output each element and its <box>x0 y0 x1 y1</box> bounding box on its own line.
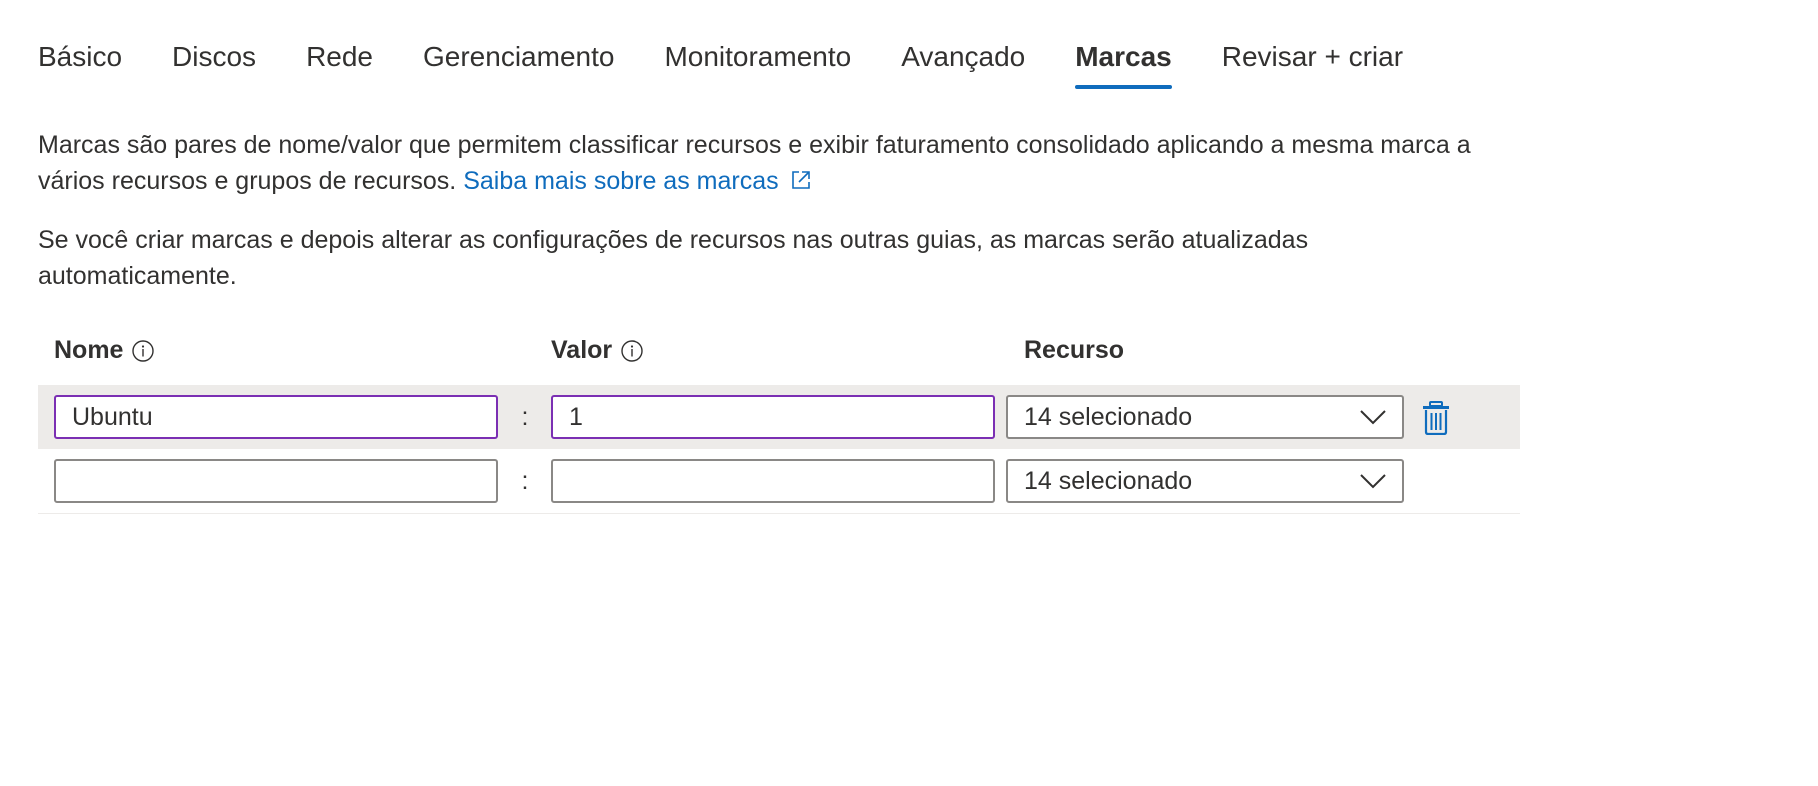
tab-gerenciamento[interactable]: Gerenciamento <box>423 40 614 88</box>
tab-revisar-criar[interactable]: Revisar + criar <box>1222 40 1403 88</box>
tab-rede[interactable]: Rede <box>306 40 373 88</box>
tab-marcas[interactable]: Marcas <box>1075 40 1172 89</box>
header-name-label: Nome <box>54 336 124 364</box>
header-resource: Recurso <box>1024 336 1124 365</box>
learn-more-link[interactable]: Saiba mais sobre as marcas <box>463 167 811 195</box>
tab-discos[interactable]: Discos <box>172 40 256 88</box>
resource-dropdown[interactable]: 14 selecionado <box>1006 459 1404 503</box>
tag-value-input[interactable] <box>551 459 995 503</box>
resource-dropdown-value: 14 selecionado <box>1024 466 1193 495</box>
chevron-down-icon <box>1360 474 1386 489</box>
tab-basico[interactable]: Básico <box>38 40 122 88</box>
delete-icon[interactable] <box>1420 401 1452 435</box>
name-value-separator: : <box>521 467 529 495</box>
tag-value-input[interactable] <box>551 395 995 439</box>
table-row: : 14 selecionado <box>38 385 1520 449</box>
tag-name-input[interactable] <box>54 459 498 503</box>
tab-bar: Básico Discos Rede Gerenciamento Monitor… <box>38 40 1453 102</box>
resource-dropdown[interactable]: 14 selecionado <box>1006 395 1404 439</box>
tab-avancado[interactable]: Avançado <box>901 40 1025 88</box>
learn-more-label: Saiba mais sobre as marcas <box>463 167 779 195</box>
chevron-down-icon <box>1360 410 1386 425</box>
tab-monitoramento[interactable]: Monitoramento <box>664 40 851 88</box>
table-row: : 14 selecionado <box>38 449 1520 514</box>
header-resource-label: Recurso <box>1024 336 1125 364</box>
intro-paragraph: Marcas são pares de nome/valor que permi… <box>38 127 1528 199</box>
name-value-separator: : <box>521 403 529 431</box>
header-value-label: Valor <box>551 336 613 364</box>
info-icon[interactable] <box>620 339 644 363</box>
header-value: Valor <box>551 336 644 365</box>
tag-name-input[interactable] <box>54 395 498 439</box>
info-icon[interactable] <box>131 339 155 363</box>
header-name: Nome <box>54 336 155 365</box>
tags-table-header: Nome Valor Recurso <box>38 336 1518 376</box>
resource-dropdown-value: 14 selecionado <box>1024 402 1193 431</box>
external-link-icon <box>791 171 810 189</box>
note-paragraph: Se você criar marcas e depois alterar as… <box>38 226 1309 290</box>
